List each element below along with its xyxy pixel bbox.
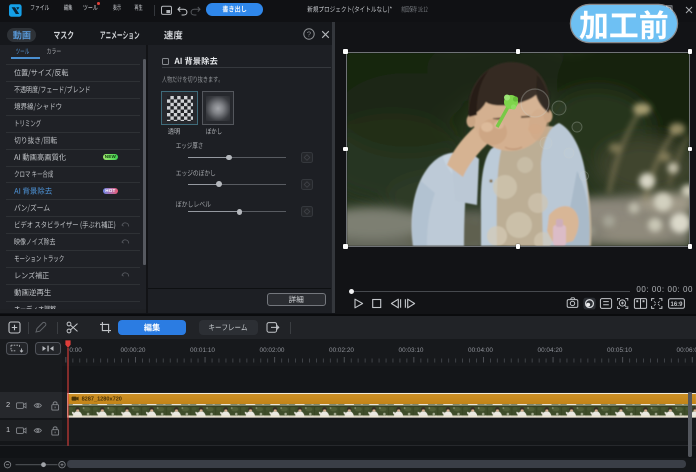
svg-text:8287_1280x720: 8287_1280x720	[82, 397, 122, 403]
